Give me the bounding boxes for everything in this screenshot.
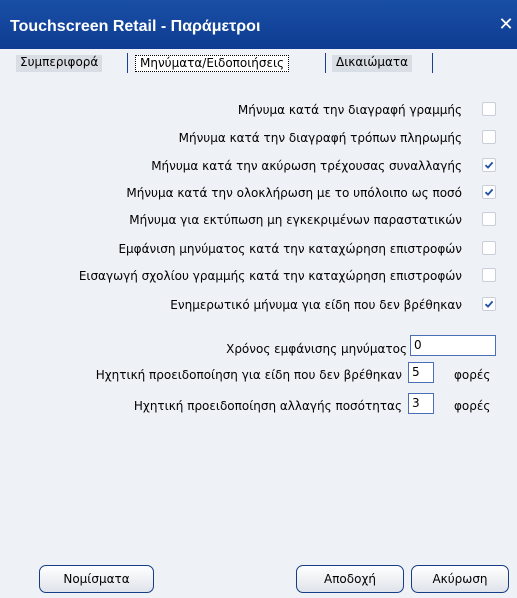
tab-separator (127, 53, 128, 73)
tab-separator (325, 53, 326, 73)
option-label: Μήνυμα κατά την ακύρωση τρέχουσας συναλλ… (151, 159, 462, 173)
currencies-button[interactable]: Νομίσματα (39, 565, 154, 593)
checkmark-icon (484, 188, 494, 196)
beep-not-found-input[interactable]: 5 (408, 362, 434, 383)
beep-not-found-label: Ηχητική προειδοποίηση για είδη που δεν β… (95, 368, 402, 382)
settings-dialog: Touchscreen Retail - Παράμετροι ✕ Συμπερ… (0, 0, 517, 598)
option-row: Μήνυμα για εκτύπωση μη εγκεκριμένων παρα… (0, 210, 496, 230)
option-checkbox[interactable] (482, 268, 496, 282)
option-row: Μήνυμα κατά την διαγραφή γραμμής (0, 100, 496, 120)
beep-qty-change-label: Ηχητική προειδοποίηση αλλαγής ποσότητας (133, 399, 402, 413)
option-checkbox[interactable] (482, 241, 496, 255)
option-checkbox[interactable] (482, 130, 496, 144)
window-title: Touchscreen Retail - Παράμετροι (10, 18, 261, 35)
ok-button[interactable]: Αποδοχή (296, 565, 404, 593)
option-label: Εισαγωγή σχολίου γραμμής κατά την καταχώ… (78, 269, 462, 283)
option-checkbox[interactable] (482, 212, 496, 226)
option-row: Μήνυμα κατά την ακύρωση τρέχουσας συναλλ… (0, 156, 496, 176)
beep-qty-change-input[interactable]: 3 (408, 393, 434, 414)
beep-not-found-unit: φορές (454, 368, 491, 382)
option-checkbox[interactable] (482, 102, 496, 116)
option-row: Μήνυμα κατά την ολοκλήρωση με το υπόλοιπ… (0, 183, 496, 203)
option-label: Ενημερωτικό μήνυμα για είδη που δεν βρέθ… (170, 298, 462, 312)
tab-behavior[interactable]: Συμπεριφορά (16, 55, 103, 72)
option-checkbox[interactable] (482, 185, 496, 199)
option-label: Μήνυμα κατά την διαγραφή γραμμής (237, 103, 462, 117)
option-checkbox[interactable] (482, 297, 496, 311)
tab-messages[interactable]: Μηνύματα/Ειδοποιήσεις (135, 55, 290, 72)
tab-permissions[interactable]: Δικαιώματα (332, 55, 413, 72)
message-time-input[interactable]: 0 (410, 335, 496, 356)
option-checkbox[interactable] (482, 158, 496, 172)
option-row: Εμφάνιση μηνύματος κατά την καταχώρηση ε… (0, 239, 496, 259)
title-bar: Touchscreen Retail - Παράμετροι ✕ (0, 0, 517, 49)
tab-bar: Συμπεριφορά Μηνύματα/Ειδοποιήσεις Δικαιώ… (0, 49, 517, 76)
tab-separator (432, 53, 433, 73)
checkmark-icon (484, 161, 494, 169)
option-row: Εισαγωγή σχολίου γραμμής κατά την καταχώ… (0, 266, 496, 286)
checkmark-icon (484, 300, 494, 308)
option-label: Μήνυμα κατά την διαγραφή τρόπων πληρωμής (178, 131, 462, 145)
option-row: Μήνυμα κατά την διαγραφή τρόπων πληρωμής (0, 128, 496, 148)
cancel-button[interactable]: Ακύρωση (411, 565, 509, 593)
option-label: Μήνυμα για εκτύπωση μη εγκεκριμένων παρα… (129, 213, 462, 227)
option-label: Μήνυμα κατά την ολοκλήρωση με το υπόλοιπ… (126, 186, 462, 200)
option-row: Ενημερωτικό μήνυμα για είδη που δεν βρέθ… (0, 295, 496, 315)
beep-qty-change-unit: φορές (454, 399, 491, 413)
close-icon[interactable]: ✕ (497, 16, 515, 34)
message-time-label: Χρόνος εμφάνισης μηνύματος (226, 342, 407, 356)
option-label: Εμφάνιση μηνύματος κατά την καταχώρηση ε… (118, 242, 462, 256)
